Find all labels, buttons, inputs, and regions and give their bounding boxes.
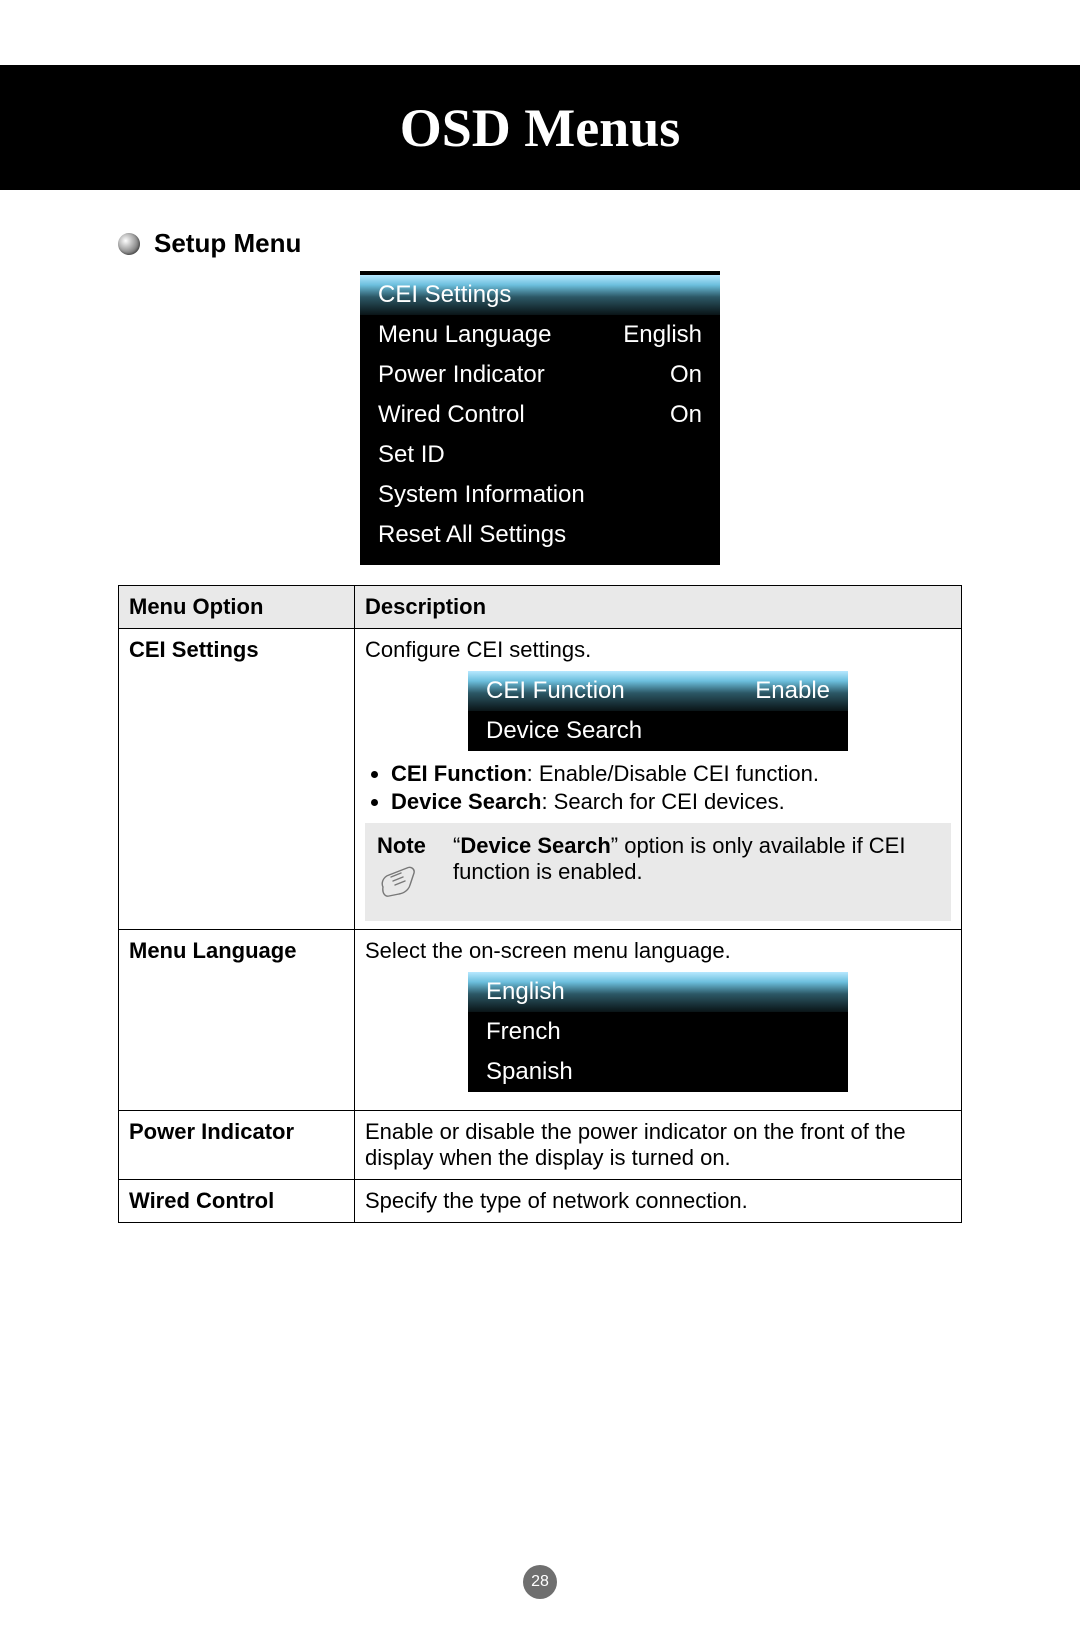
- osd-value: On: [670, 361, 702, 389]
- osd-row: Set ID: [360, 435, 720, 475]
- description-cell: Specify the type of network connection.: [355, 1180, 962, 1223]
- bullet-circle-icon: [118, 233, 140, 255]
- table-header-row: Menu Option Description: [119, 586, 962, 629]
- note-label: Note: [377, 833, 435, 859]
- osd-label: CEI Function: [486, 677, 625, 705]
- section-heading-row: Setup Menu: [118, 228, 962, 259]
- section-title: Setup Menu: [154, 228, 301, 259]
- page-number: 28: [523, 1565, 557, 1599]
- description-cell: Enable or disable the power indicator on…: [355, 1111, 962, 1180]
- osd-row: Wired Control On: [360, 395, 720, 435]
- osd-label: Wired Control: [378, 401, 525, 429]
- list-item: CEI Function: Enable/Disable CEI functio…: [391, 761, 951, 787]
- osd-row: French: [468, 1012, 848, 1052]
- page-content: Setup Menu CEI Settings Menu Language En…: [0, 190, 1080, 1223]
- bullet-text: : Search for CEI devices.: [541, 789, 784, 814]
- description-table: Menu Option Description CEI Settings Con…: [118, 585, 962, 1223]
- osd-row: English: [468, 972, 848, 1012]
- osd-label: English: [486, 978, 565, 1006]
- bullet-text: : Enable/Disable CEI function.: [527, 761, 819, 786]
- table-row: Wired Control Specify the type of networ…: [119, 1180, 962, 1223]
- table-row: CEI Settings Configure CEI settings. CEI…: [119, 629, 962, 930]
- bullet-bold: Device Search: [391, 789, 541, 814]
- osd-label: CEI Settings: [378, 281, 511, 309]
- note-left: Note: [377, 833, 435, 907]
- note-text: “Device Search” option is only available…: [453, 833, 939, 885]
- page-title: OSD Menus: [400, 97, 681, 159]
- osd-label: Menu Language: [378, 321, 551, 349]
- osd-label: Power Indicator: [378, 361, 545, 389]
- description-cell: Configure CEI settings. CEI Function Ena…: [355, 629, 962, 930]
- language-submenu-osd: English French Spanish: [468, 972, 848, 1092]
- list-item: Device Search: Search for CEI devices.: [391, 789, 951, 815]
- osd-row: Spanish: [468, 1052, 848, 1092]
- note-box: Note “Device Search” option is only avai…: [365, 823, 951, 921]
- osd-label: Reset All Settings: [378, 521, 566, 549]
- osd-value: Enable: [755, 677, 830, 705]
- osd-row: Reset All Settings: [360, 515, 720, 555]
- osd-row: System Information: [360, 475, 720, 515]
- osd-row: Power Indicator On: [360, 355, 720, 395]
- osd-row: Menu Language English: [360, 315, 720, 355]
- table-row: Menu Language Select the on-screen menu …: [119, 930, 962, 1111]
- bullet-list: CEI Function: Enable/Disable CEI functio…: [365, 761, 951, 815]
- table-row: Power Indicator Enable or disable the po…: [119, 1111, 962, 1180]
- osd-label: French: [486, 1018, 561, 1046]
- osd-label: Set ID: [378, 441, 445, 469]
- page-header: OSD Menus: [0, 65, 1080, 190]
- osd-row: CEI Function Enable: [468, 671, 848, 711]
- desc-intro: Select the on-screen menu language.: [365, 938, 951, 964]
- description-cell: Select the on-screen menu language. Engl…: [355, 930, 962, 1111]
- osd-label: Spanish: [486, 1058, 573, 1086]
- desc-intro: Configure CEI settings.: [365, 637, 951, 663]
- bullet-bold: CEI Function: [391, 761, 527, 786]
- osd-value: English: [623, 321, 702, 349]
- osd-label: Device Search: [486, 717, 642, 745]
- option-cell: Wired Control: [119, 1180, 355, 1223]
- table-header-option: Menu Option: [119, 586, 355, 629]
- osd-label: System Information: [378, 481, 585, 509]
- note-bold: Device Search: [460, 833, 610, 858]
- hand-pointer-icon: [377, 863, 421, 901]
- option-cell: CEI Settings: [119, 629, 355, 930]
- option-cell: Menu Language: [119, 930, 355, 1111]
- osd-row: CEI Settings: [360, 275, 720, 315]
- cei-submenu-osd: CEI Function Enable Device Search: [468, 671, 848, 751]
- table-header-description: Description: [355, 586, 962, 629]
- osd-row: Device Search: [468, 711, 848, 751]
- osd-value: On: [670, 401, 702, 429]
- setup-menu-osd: CEI Settings Menu Language English Power…: [360, 271, 720, 565]
- option-cell: Power Indicator: [119, 1111, 355, 1180]
